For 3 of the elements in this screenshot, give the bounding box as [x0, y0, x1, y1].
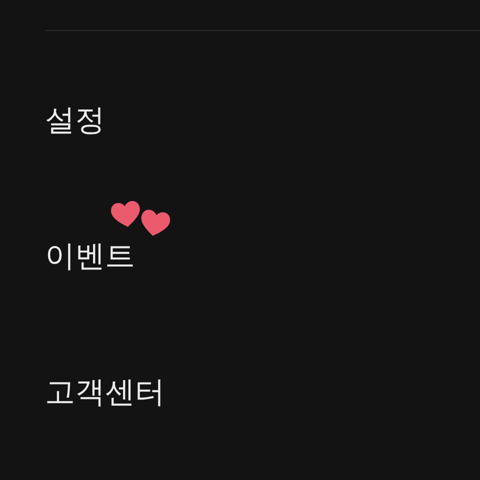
menu-item[interactable]: 설정	[45, 103, 105, 139]
menu-item[interactable]: 고객센터	[45, 375, 165, 411]
menu-item[interactable]: 이벤트	[45, 239, 135, 275]
